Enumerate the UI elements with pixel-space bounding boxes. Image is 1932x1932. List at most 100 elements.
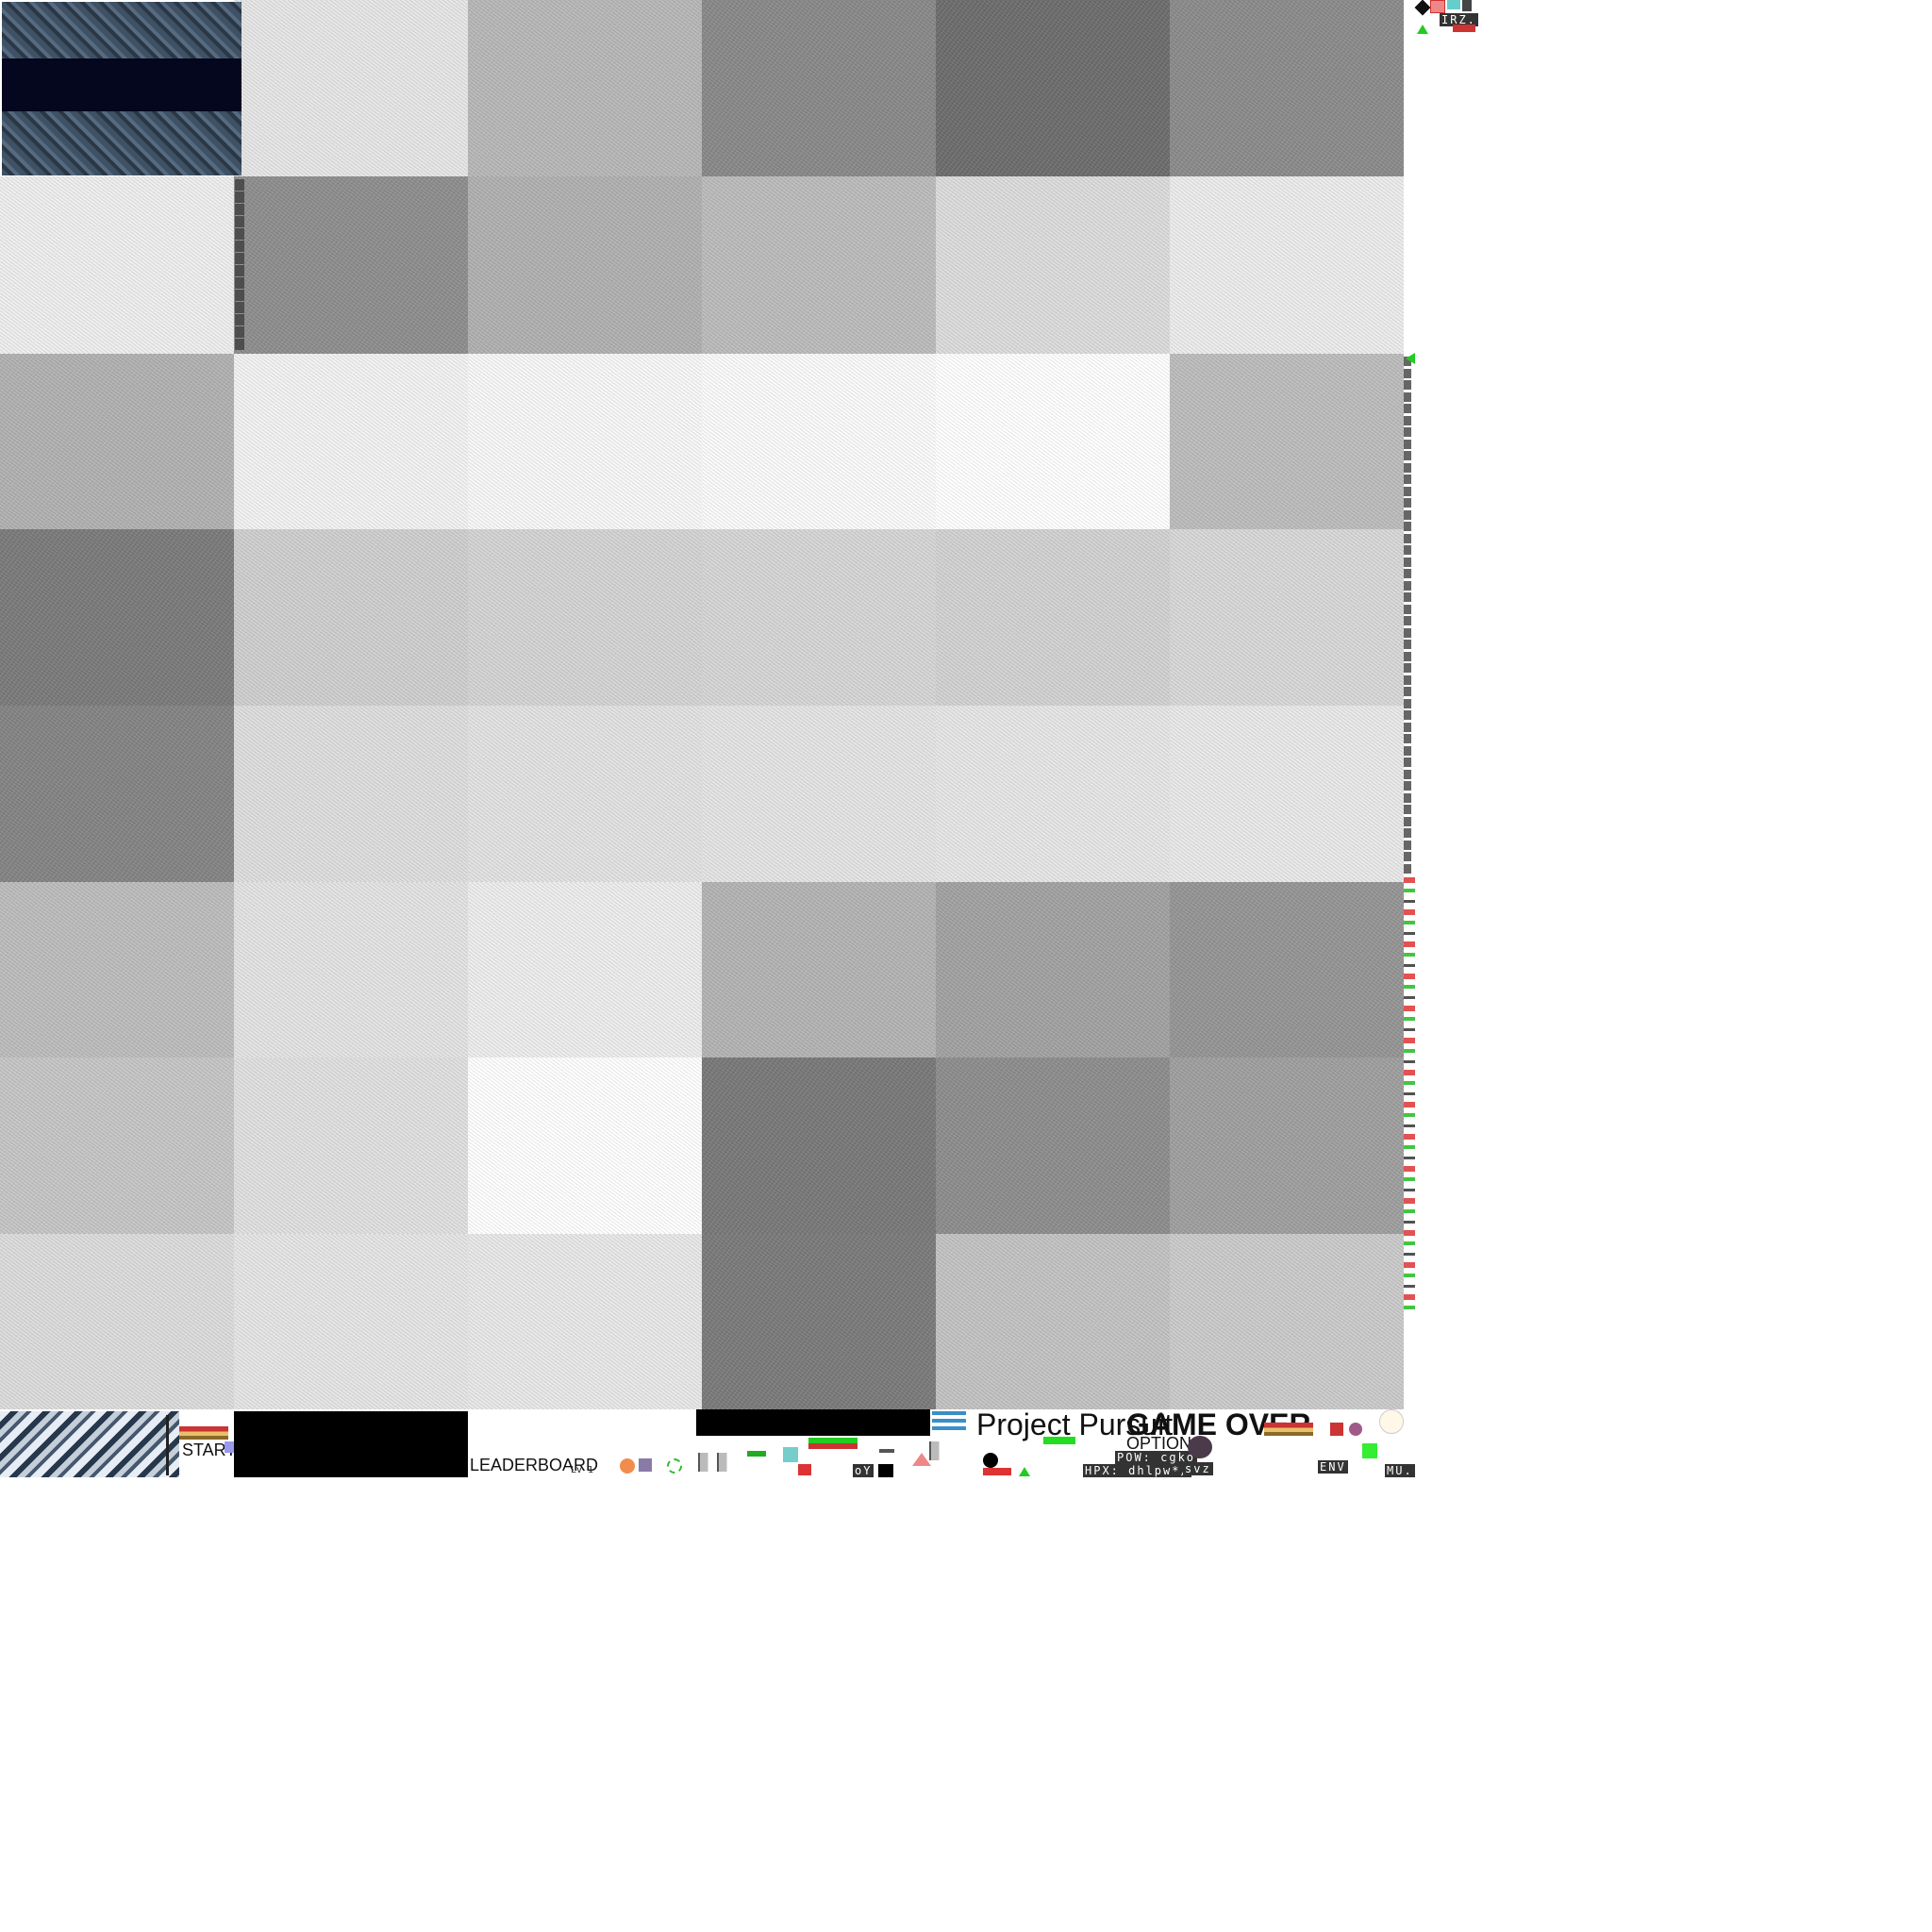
red-creature-icon: [798, 1464, 811, 1475]
diamond-icon: [1414, 0, 1431, 16]
noise-texture-tile: [0, 1234, 234, 1409]
font-glyph: [235, 192, 244, 203]
svz-label: svz: [1183, 1462, 1213, 1475]
font-glyph: [1404, 828, 1411, 838]
noise-texture-tile: [702, 1058, 936, 1234]
font-glyph: [1404, 439, 1411, 449]
noise-texture-tile: [1170, 1234, 1404, 1409]
night-rock-tile: [2, 2, 242, 175]
moon-icon: [1379, 1409, 1404, 1434]
black-panel-1: [234, 1411, 468, 1477]
purple-square-icon: [225, 1441, 234, 1453]
glyph-strip-right: [1404, 357, 1413, 875]
flag-icon-3: [929, 1441, 944, 1460]
font-glyph: [235, 339, 244, 350]
font-glyph: [1404, 734, 1411, 743]
font-glyph: [1404, 592, 1411, 602]
font-glyph: [235, 314, 244, 325]
flag-icon-1: [698, 1453, 713, 1472]
font-glyph: [235, 204, 244, 215]
font-glyph: [1404, 840, 1411, 850]
noise-texture-tile: [234, 529, 468, 706]
flag-icon-2: [717, 1453, 732, 1472]
noise-texture-tile: [936, 1058, 1170, 1234]
font-glyph: [1404, 816, 1411, 826]
font-glyph: [1404, 427, 1411, 437]
dark-blob-icon: [1188, 1436, 1212, 1458]
green-square-icon: [1362, 1443, 1377, 1458]
noise-texture-tile: [702, 882, 936, 1058]
font-glyph: [235, 228, 244, 240]
noise-texture-tile: [468, 1058, 702, 1234]
font-glyph: [235, 302, 244, 313]
red-tent-icon: [912, 1453, 931, 1466]
font-glyph: [1404, 404, 1411, 413]
level-label: Lv 1: [571, 1465, 594, 1475]
green-arrow-left-icon: [1406, 353, 1415, 364]
noise-texture-tile: [0, 529, 234, 706]
noise-texture-tile: [468, 706, 702, 882]
font-glyph: [1404, 569, 1411, 578]
pole-sprite: [166, 1415, 178, 1475]
font-glyph: [1404, 722, 1411, 732]
snow-rock-tileset: [0, 1411, 179, 1477]
hpx-label: HPX: dhlpw*/: [1083, 1464, 1191, 1477]
health-bar-sprite-2: [1264, 1423, 1313, 1436]
font-glyph: [235, 326, 244, 338]
font-glyph: [1404, 852, 1411, 861]
noise-texture-tile: [468, 176, 702, 354]
font-glyph: [235, 277, 244, 289]
noise-texture-tile: [0, 1058, 234, 1234]
purple-blob-icon: [639, 1458, 652, 1472]
black-block-icon: [878, 1464, 893, 1477]
noise-texture-tile: [1170, 529, 1404, 706]
noise-texture-tile: [234, 0, 468, 176]
noise-texture-tile: [702, 706, 936, 882]
noise-texture-tile: [0, 176, 234, 354]
font-glyph: [1404, 710, 1411, 720]
green-ring-icon: [667, 1458, 682, 1474]
font-glyph: [235, 253, 244, 264]
font-glyph: [1404, 745, 1411, 756]
red-x-box-icon: [1430, 0, 1445, 13]
noise-texture-tile: [0, 706, 234, 882]
font-glyph: [1404, 616, 1411, 625]
night-band: [2, 58, 242, 111]
menu-lines-icon: [932, 1411, 966, 1432]
font-glyph: [1404, 509, 1411, 520]
teal-box-icon: [783, 1447, 798, 1462]
font-glyph: [1404, 486, 1411, 496]
noise-texture-tile: [234, 706, 468, 882]
health-bar-sprite: [179, 1426, 228, 1440]
noise-texture-tile: [234, 176, 468, 354]
green-bar-sprite: [1043, 1437, 1075, 1444]
font-glyph: [1404, 675, 1411, 685]
font-glyph: [235, 290, 244, 301]
font-glyph: [1404, 663, 1411, 673]
font-glyph: [1404, 522, 1411, 531]
noise-texture-tile: [468, 0, 702, 176]
noise-texture-tile: [234, 1234, 468, 1409]
arrow-outline-icon: [879, 1449, 894, 1453]
font-glyph: [1404, 698, 1411, 708]
noise-texture-tile: [1170, 882, 1404, 1058]
cyan-flag-icon: [1447, 0, 1460, 9]
noise-texture-tile: [468, 882, 702, 1058]
black-heart-icon: [983, 1453, 998, 1468]
noise-texture-tile: [702, 0, 936, 176]
font-glyph: [1404, 792, 1411, 803]
orange-circle-icon: [620, 1458, 635, 1474]
font-glyph: [1404, 640, 1411, 649]
font-glyph: [1404, 651, 1411, 661]
mu-label: MU.: [1385, 1464, 1415, 1477]
red-x-flag-icon: [1330, 1423, 1343, 1436]
noise-texture-tile: [936, 1234, 1170, 1409]
font-glyph: [1404, 498, 1411, 508]
font-glyph: [1404, 462, 1411, 473]
noise-texture-tile: [1170, 0, 1404, 176]
noise-texture-tile: [702, 1234, 936, 1409]
noise-texture-tile: [468, 1234, 702, 1409]
noise-texture-tile: [234, 1058, 468, 1234]
figure-icon: [1462, 0, 1472, 11]
font-glyph: [235, 216, 244, 227]
